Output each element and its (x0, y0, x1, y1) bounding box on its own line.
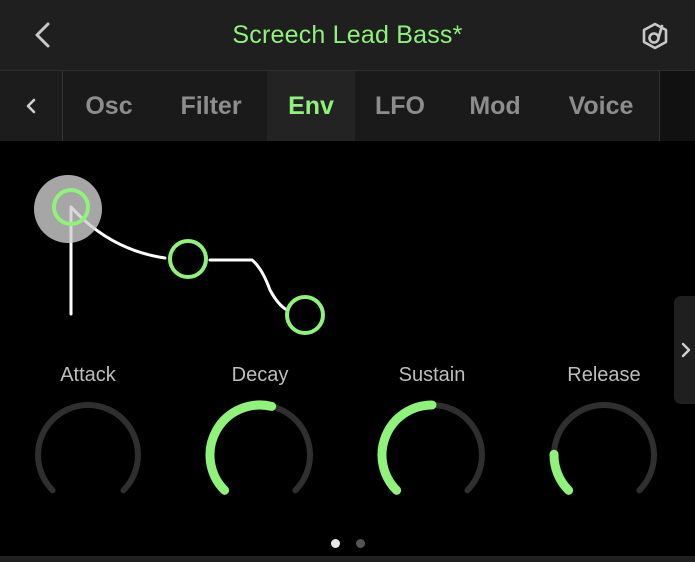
decay-point[interactable] (168, 239, 208, 279)
header-bar: Screech Lead Bass* (0, 0, 695, 71)
envelope-graph (34, 175, 325, 335)
bottom-bar (0, 556, 695, 562)
release-control: Release (544, 362, 664, 512)
tab-scroll-left-button[interactable] (0, 71, 63, 141)
decay-label: Decay (231, 364, 289, 386)
tab-bar: Osc Filter Env LFO Mod Voice (0, 71, 695, 141)
tab-voice[interactable]: Voice (545, 71, 657, 141)
tab-filter[interactable]: Filter (155, 71, 267, 141)
preset-title: Screech Lead Bass* (232, 20, 463, 49)
page-dot-2[interactable] (355, 538, 365, 548)
sustain-label: Sustain (398, 364, 466, 386)
attack-point-halo (34, 175, 102, 243)
app-logo-icon (642, 22, 668, 50)
release-knob[interactable] (544, 392, 664, 512)
tab-osc[interactable]: Osc (63, 71, 155, 141)
decay-knob[interactable] (200, 392, 320, 512)
page-indicator (0, 536, 695, 550)
release-point[interactable] (285, 295, 325, 335)
release-label: Release (567, 364, 641, 386)
tab-bar-end (659, 71, 695, 141)
tab-mod[interactable]: Mod (445, 71, 545, 141)
chevron-right-icon (681, 342, 691, 358)
decay-control: Decay (200, 362, 320, 512)
tab-env[interactable]: Env (267, 71, 355, 141)
page-dot-1[interactable] (330, 538, 340, 548)
attack-label: Attack (60, 364, 116, 386)
chevron-left-icon (26, 98, 36, 114)
sustain-control: Sustain (372, 362, 492, 512)
side-panel-handle[interactable] (674, 296, 695, 404)
tab-lfo[interactable]: LFO (355, 71, 445, 141)
app-logo-button[interactable] (635, 16, 675, 56)
sustain-knob[interactable] (372, 392, 492, 512)
attack-control: Attack (28, 362, 148, 512)
attack-knob[interactable] (28, 392, 148, 512)
